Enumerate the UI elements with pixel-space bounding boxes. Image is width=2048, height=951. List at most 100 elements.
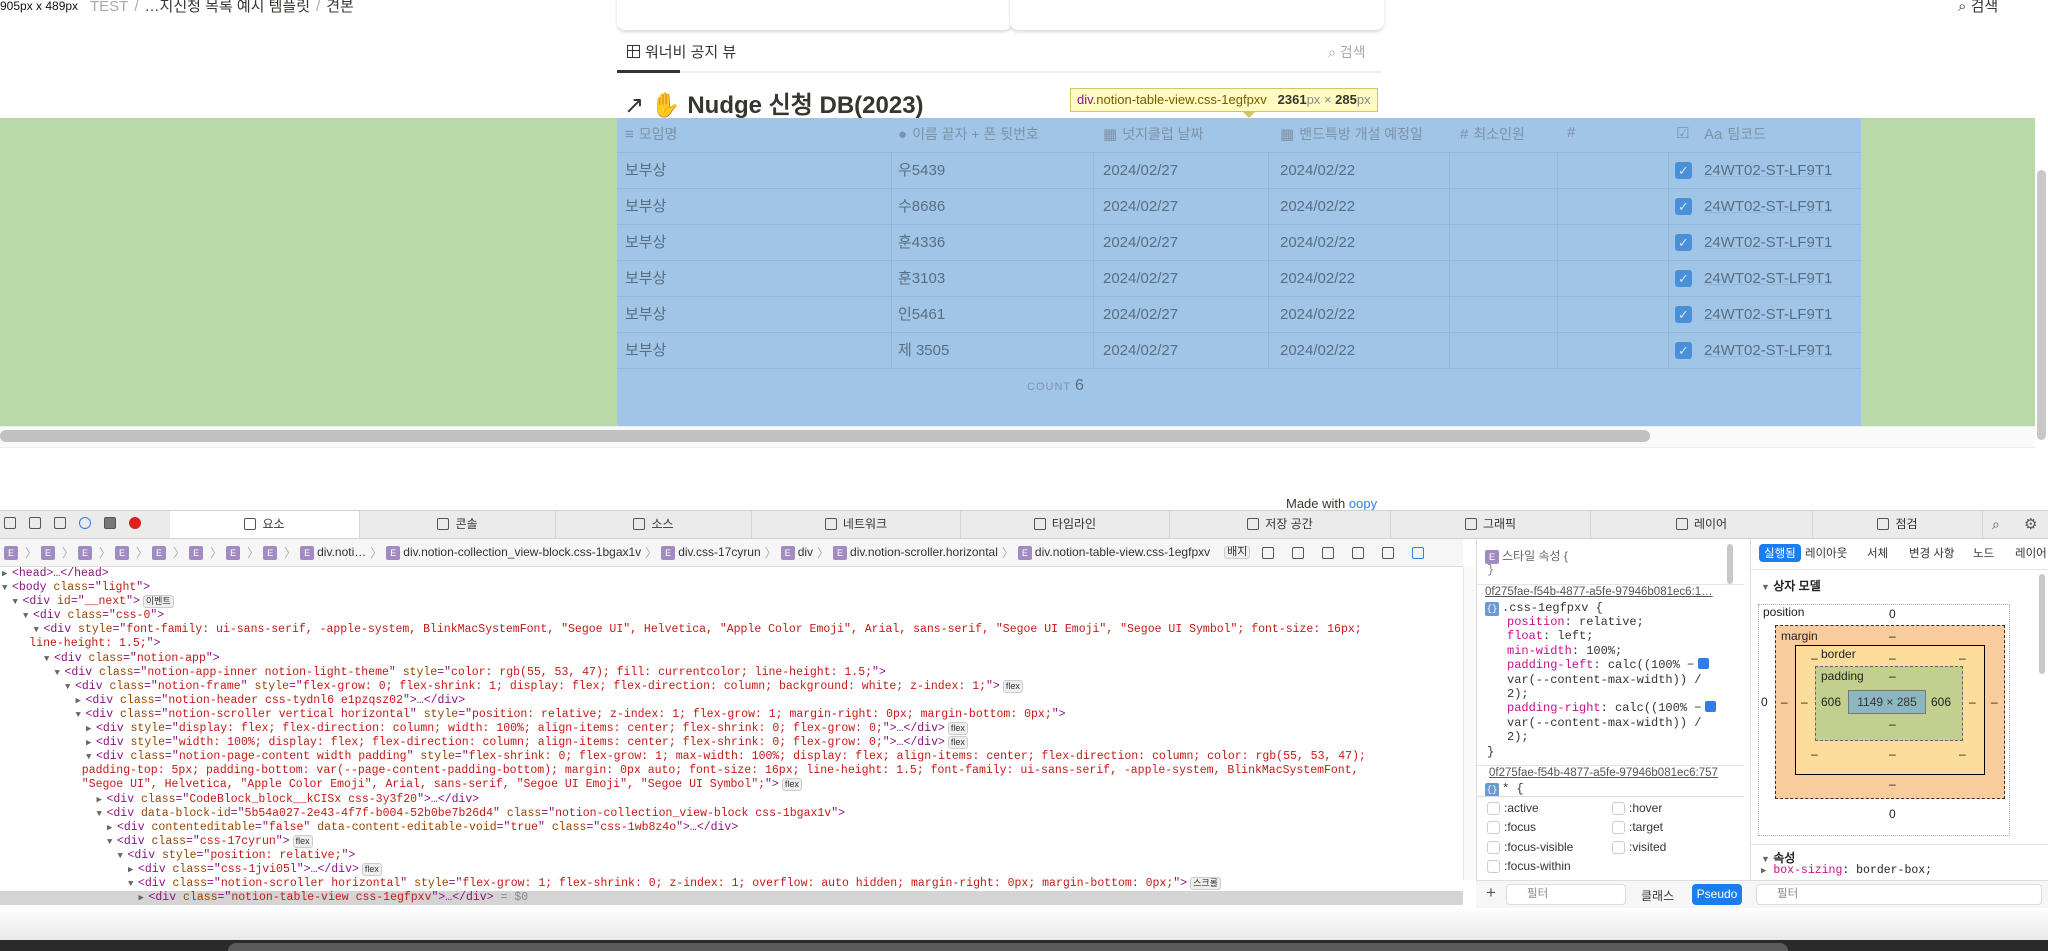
table-cell[interactable]: 보부상 [617,333,892,369]
table-cell[interactable] [1558,225,1669,261]
style-attribute-label[interactable]: 스타일 속성 { [1502,549,1568,563]
pseudo-class-checkbox[interactable]: :visited [1612,840,1666,854]
box-model-heading[interactable]: 상자 모델 [1773,579,1821,593]
dom-node[interactable]: ▶ <div style="display: flex; flex-directi… [0,722,1463,736]
disclosure-closed-icon[interactable]: ▶ [97,793,107,807]
pseudo-class-checkbox[interactable]: :focus [1487,820,1536,834]
disclosure-open-icon[interactable]: ▼ [97,807,107,821]
styles-scrollbar[interactable] [1727,544,1733,584]
disclosure-open-icon[interactable]: ▼ [34,623,44,637]
computed-scrollbar[interactable] [2039,574,2045,674]
table-cell[interactable]: 보부상 [617,225,892,261]
checkbox[interactable] [1487,859,1500,873]
css-declaration[interactable]: } [1487,745,1494,759]
expand-icon[interactable]: ▶ [1761,866,1766,876]
dom-node[interactable]: ▼ <div class="notion-page-content width p… [0,750,1463,764]
column-header[interactable]: ▦ 밴드특방 개설 예정일 [1280,124,1423,144]
styles-filter-input[interactable]: 필터 [1506,884,1626,905]
computed-tab[interactable]: 레이아웃 [1805,545,1847,561]
layout-icon[interactable] [1352,546,1365,559]
element-icon[interactable]: E [263,545,278,560]
computed-tab[interactable]: 실행됨 [1759,544,1801,562]
dom-tree-scrollbar[interactable] [1463,567,1476,880]
pseudo-class-checkbox[interactable]: :focus-within [1487,859,1571,873]
checkbox-checked[interactable]: ✓ [1675,234,1692,251]
table-cell[interactable]: 2024/02/22 [1269,297,1450,333]
element-icon[interactable]: E [189,545,204,560]
disclosure-closed-icon[interactable]: ▶ [107,821,117,835]
table-cell[interactable] [1558,333,1669,369]
table-row[interactable]: 보부상 제 3505 2024/02/27 2024/02/22 ✓ 24WT02-ST-… [617,332,1861,369]
dom-node[interactable]: ▼ <div class="notion-frame" style="flex-g… [0,679,1463,694]
disclosure-open-icon[interactable]: ▼ [13,595,23,609]
dom-tree[interactable]: ▶ <head>…</head> ▼ <body class="light"> ▼ <di… [0,567,1463,907]
disclosure-closed-icon[interactable]: ▶ [76,694,86,708]
table-cell[interactable]: 보부상 [617,261,892,297]
rule-selector[interactable]: * { [1502,782,1524,796]
dom-node[interactable]: ▼ <div class="css-17cyrun"> flex [0,834,1463,849]
css-declaration[interactable]: position: relative; [1507,615,1644,629]
dom-breadcrumb-item[interactable]: Ediv.notion-table-view.css-1egfpxv [1017,545,1210,560]
table-cell[interactable]: 보부상 [617,297,892,333]
dom-breadcrumb-item[interactable]: Ediv.css-17cyrun [661,545,761,560]
devtools-tab[interactable]: 콘솔 [360,511,556,538]
table-row[interactable]: 보부상 수8686 2024/02/27 2024/02/22 ✓ 24WT02-ST-L… [617,188,1861,225]
dom-badge[interactable]: flex [947,722,968,736]
disclosure-open-icon[interactable]: ▼ [118,849,128,863]
computed-tab[interactable]: 노드 [1973,545,1994,561]
table-row[interactable]: 보부상 훈4336 2024/02/27 2024/02/22 ✓ 24WT02-ST-L… [617,224,1861,261]
column-header[interactable]: Aa 팀코드 [1704,124,1766,144]
dom-badge[interactable]: flex [361,862,382,876]
checkbox[interactable] [1487,801,1500,815]
error-icon[interactable] [129,517,141,529]
disclosure-closed-icon[interactable]: ▶ [139,891,149,905]
table-cell[interactable]: 수8686 [892,189,1094,225]
variable-icon[interactable] [1705,701,1717,713]
css-declaration[interactable]: 2); [1507,730,1529,744]
brand-link[interactable]: oopy [1349,496,1377,511]
dom-breadcrumb-item[interactable]: Ediv.notion-collection_view-block.css-1b… [386,545,641,560]
table-cell[interactable]: ✓ [1669,333,1698,369]
table-cell[interactable] [1450,261,1558,297]
rule-source-link[interactable]: 0f275fae-f54b-4877-a5fe-97946b081ec6:757 [1489,767,1718,779]
pen-icon[interactable] [1382,546,1395,559]
css-declaration[interactable]: padding-right: calc((100% − [1507,701,1717,715]
devtools-tab[interactable]: 점검 [1813,511,1983,538]
css-declaration[interactable]: var(--content-max-width)) / [1507,716,1701,730]
computed-filter-input[interactable]: 필터 [1756,884,2042,905]
dom-node[interactable]: ▶ <div style="width: 100%; display: flex;… [0,736,1463,750]
table-cell[interactable]: 2024/02/27 [1094,333,1269,369]
table-cell[interactable]: 2024/02/22 [1269,225,1450,261]
table-cell[interactable] [1450,153,1558,189]
table-cell[interactable]: 2024/02/27 [1094,225,1269,261]
table-cell[interactable]: 보부상 [617,189,892,225]
device-icon[interactable] [104,517,116,529]
table-cell[interactable] [1450,297,1558,333]
table-cell[interactable]: 2024/02/22 [1269,153,1450,189]
computed-tab[interactable]: 서체 [1867,545,1888,561]
table-cell[interactable]: 우5439 [892,153,1094,189]
table-cell[interactable]: 제 3505 [892,333,1094,369]
breadcrumb-item[interactable]: TEST [90,0,128,15]
collapse-icon[interactable]: ▼ [1761,582,1770,592]
view-search-button[interactable]: ⌕ 검색 [1328,42,1366,62]
css-declaration[interactable]: float: left; [1507,629,1593,643]
dom-node[interactable]: ▼ <div class="notion-app"> [0,652,1463,666]
devtools-tab[interactable]: 타임라인 [961,511,1170,538]
table-row[interactable]: 보부상 훈3103 2024/02/27 2024/02/22 ✓ 24WT02-ST-L… [617,260,1861,297]
column-header[interactable]: # 최소인원 [1460,124,1525,144]
table-cell[interactable] [1450,333,1558,369]
table-cell-title[interactable]: 24WT02-ST-LF9T1 [1698,261,1861,297]
disclosure-open-icon[interactable]: ▼ [76,708,86,722]
table-cell[interactable] [1558,261,1669,297]
disclosure-closed-icon[interactable]: ▶ [86,722,96,736]
add-rule-icon[interactable]: + [1486,883,1496,903]
print-icon[interactable] [1292,546,1305,559]
table-cell-title[interactable]: 24WT02-ST-LF9T1 [1698,333,1861,369]
dock-bottom-icon[interactable] [4,517,16,529]
checkbox[interactable] [1612,840,1625,854]
table-cell[interactable] [1450,189,1558,225]
dom-breadcrumb-item[interactable]: Ediv.noti… [300,545,366,560]
devtools-tab[interactable]: 그래픽 [1391,511,1591,538]
disclosure-closed-icon[interactable]: ▶ [86,736,96,750]
